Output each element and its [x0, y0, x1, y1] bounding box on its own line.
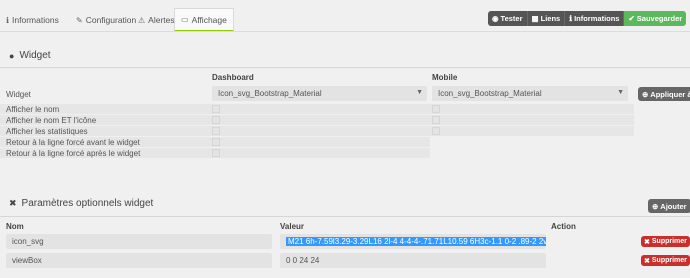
tab-label: Informations	[12, 15, 59, 25]
checkbox-mobile-afficher-nom[interactable]	[432, 105, 440, 113]
row-label-afficher-nom-icone: Afficher le nom ET l'icône	[6, 116, 97, 125]
caret-down-icon: ▼	[416, 89, 423, 96]
tint-icon: ●	[9, 50, 15, 61]
param-value-input[interactable]: 0 0 24 24	[280, 253, 546, 268]
info-icon: ℹ	[6, 15, 10, 25]
checkbox-dashboard-afficher-nom[interactable]	[212, 105, 220, 113]
wrench-icon: ✎	[76, 15, 83, 25]
row-background	[0, 104, 634, 114]
tab-label: Alertes	[148, 15, 175, 25]
wrench-icon: ✖	[9, 198, 17, 208]
param-value-text: M21 6h-7.59l3.29-3.29L16 2l-4 4-4-4-.71.…	[286, 237, 546, 246]
plus-circle-icon: ⊕	[652, 201, 659, 211]
row-label-retour-apres: Retour à la ligne forcé après le widget	[6, 149, 141, 158]
check-circle-icon: ✔	[628, 14, 635, 23]
tab-label: Affichage	[191, 14, 227, 25]
row-label-retour-avant: Retour à la ligne forcé avant le widget	[6, 138, 140, 147]
section-divider	[0, 216, 690, 217]
section-divider	[0, 67, 690, 68]
params-section-title: ✖ Paramètres optionnels widget	[9, 198, 153, 209]
apply-to-label: Appliquer à	[650, 89, 690, 99]
informations-label: Informations	[574, 14, 620, 23]
section-title-text: Widget	[19, 50, 51, 61]
delete-label: Supprimer	[651, 238, 687, 245]
param-name-input[interactable]: viewBox	[6, 253, 272, 268]
times-icon: ✖	[644, 238, 650, 246]
save-label: Sauvegarder	[636, 14, 683, 23]
section-title-text: Paramètres optionnels widget	[21, 198, 154, 209]
caret-down-icon: ▼	[617, 89, 624, 96]
mobile-widget-value: Icon_svg_Bootstrap_Material	[438, 89, 542, 98]
dashboard-widget-select[interactable]: Icon_svg_Bootstrap_Material ▼	[212, 86, 427, 101]
save-button[interactable]: ✔ Sauvegarder	[623, 11, 687, 26]
mobile-header: Mobile	[432, 73, 458, 82]
col-header-action: Action	[551, 222, 576, 231]
checkbox-dashboard-afficher-nom-icone[interactable]	[212, 116, 220, 124]
action-button-group: ◉ Tester ▦ Liens ℹ Informations ✔ Sauveg…	[488, 11, 687, 26]
row-label-afficher-statistiques: Afficher les statistiques	[6, 127, 88, 136]
col-header-nom: Nom	[6, 222, 24, 231]
checkbox-dashboard-retour-apres[interactable]	[212, 149, 220, 157]
delete-param-button[interactable]: ✖ Supprimer	[641, 255, 690, 266]
tab-affichage[interactable]: ▭ Affichage	[174, 8, 234, 32]
tab-divider	[0, 31, 690, 32]
informations-button[interactable]: ℹ Informations	[564, 11, 624, 26]
widget-label: Widget	[6, 90, 31, 99]
delete-param-button[interactable]: ✖ Supprimer	[641, 236, 690, 247]
plus-circle-icon: ⊕	[642, 89, 649, 99]
param-value-input[interactable]: M21 6h-7.59l3.29-3.29L16 2l-4 4-4-4-.71.…	[280, 234, 546, 249]
delete-label: Supprimer	[651, 257, 687, 264]
add-param-button[interactable]: ⊕ Ajouter	[648, 199, 690, 213]
liens-label: Liens	[540, 14, 561, 23]
dashboard-header: Dashboard	[212, 73, 254, 82]
checkbox-dashboard-afficher-statistiques[interactable]	[212, 127, 220, 135]
col-header-valeur: Valeur	[280, 222, 305, 231]
tab-informations[interactable]: ℹ Informations	[0, 8, 65, 32]
info-icon: ℹ	[569, 14, 573, 23]
apply-to-button[interactable]: ⊕ Appliquer à	[638, 87, 690, 101]
checkbox-mobile-afficher-statistiques[interactable]	[432, 127, 440, 135]
param-value-text: 0 0 24 24	[286, 256, 320, 265]
sitemap-icon: ▦	[531, 14, 539, 23]
checkbox-mobile-afficher-nom-icone[interactable]	[432, 116, 440, 124]
tester-label: Tester	[500, 14, 523, 23]
dashboard-widget-value: Icon_svg_Bootstrap_Material	[218, 89, 322, 98]
param-name-value: viewBox	[12, 256, 42, 265]
widget-section-title: ● Widget	[9, 50, 51, 61]
liens-button[interactable]: ▦ Liens	[526, 11, 565, 26]
param-name-input[interactable]: icon_svg	[6, 234, 272, 249]
tab-label: Configuration	[85, 15, 137, 25]
monitor-icon: ▭	[181, 15, 189, 24]
row-background	[0, 126, 634, 136]
rss-icon: ◉	[492, 14, 499, 23]
add-label: Ajouter	[660, 201, 687, 211]
param-name-value: icon_svg	[12, 237, 44, 246]
warning-icon: ⚠	[138, 15, 146, 25]
row-label-afficher-nom: Afficher le nom	[6, 105, 60, 114]
checkbox-dashboard-retour-avant[interactable]	[212, 138, 220, 146]
times-icon: ✖	[644, 257, 650, 265]
tester-button[interactable]: ◉ Tester	[488, 11, 527, 26]
mobile-widget-select[interactable]: Icon_svg_Bootstrap_Material ▼	[432, 86, 628, 101]
